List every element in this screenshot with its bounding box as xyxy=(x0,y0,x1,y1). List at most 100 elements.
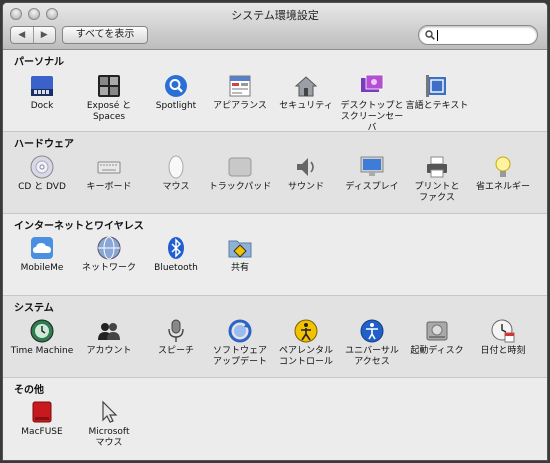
show-all-button[interactable]: すべてを表示 xyxy=(62,26,148,44)
pref-speech[interactable]: スピーチ xyxy=(143,319,209,357)
pref-label: キーボード xyxy=(86,182,132,192)
pref-language-text[interactable]: 言語とテキスト xyxy=(404,74,470,112)
pref-label: マウス xyxy=(162,182,190,192)
pref-date-time[interactable]: 日付と時刻 xyxy=(470,319,536,357)
pref-label: ネットワーク xyxy=(81,263,136,273)
pref-print-fax[interactable]: プリントと ファクス xyxy=(404,155,470,204)
pref-software-update[interactable]: ソフトウェア アップデート xyxy=(207,319,273,368)
forward-button[interactable]: ▶ xyxy=(32,27,56,43)
pref-label: 日付と時刻 xyxy=(480,346,526,356)
back-button[interactable]: ◀ xyxy=(11,27,33,43)
section-internet-wireless: インターネットとワイヤレス MobileMe ネットワーク Bluetooth xyxy=(3,214,547,296)
bluetooth-icon xyxy=(168,237,184,259)
pref-dock[interactable]: Dock xyxy=(9,74,75,112)
spotlight-icon xyxy=(165,75,187,97)
pref-label: セキュリティ xyxy=(279,101,333,111)
microsoft-mouse-icon xyxy=(102,400,118,423)
pref-label: ソフトウェア アップデート xyxy=(212,346,267,367)
mobileme-icon xyxy=(31,237,53,259)
section-title: パーソナル xyxy=(14,57,64,68)
pref-sharing[interactable]: 共有 xyxy=(207,236,273,274)
preferences-window: システム環境設定 ◀ ▶ すべてを表示 パーソナル Dock Exposé と … xyxy=(2,2,548,461)
pref-label: Dock xyxy=(30,101,54,111)
section-title: ハードウェア xyxy=(14,139,74,150)
pref-label: 言語とテキスト xyxy=(405,101,469,111)
sharing-icon xyxy=(228,240,252,258)
pref-label: Time Machine xyxy=(10,346,74,356)
pref-parental-controls[interactable]: ペアレンタル コントロール xyxy=(273,319,339,368)
pref-label: ユニバーサル アクセス xyxy=(345,346,399,367)
section-system: システム Time Machine アカウント スピーチ ソフトウェア アップデ… xyxy=(3,296,547,378)
display-icon xyxy=(360,156,384,176)
pref-accounts[interactable]: アカウント xyxy=(76,319,142,357)
nav-buttons: ◀ ▶ xyxy=(10,26,56,44)
pref-startup-disk[interactable]: 起動ディスク xyxy=(404,319,470,357)
search-icon xyxy=(425,30,435,40)
search-field[interactable] xyxy=(418,25,538,45)
pref-label: ペアレンタル コントロール xyxy=(278,346,333,367)
pref-label: アピアランス xyxy=(213,101,267,111)
pref-energy-saver[interactable]: 省エネルギー xyxy=(470,155,536,193)
pref-label: デスクトップと スクリーンセーバ xyxy=(340,101,404,133)
printer-icon xyxy=(427,156,447,178)
pref-label: MacFUSE xyxy=(21,427,63,437)
pref-macfuse[interactable]: MacFUSE xyxy=(9,400,75,438)
pref-appearance[interactable]: アピアランス xyxy=(207,74,273,112)
pref-display[interactable]: ディスプレイ xyxy=(339,155,405,193)
pref-desktop-screensaver[interactable]: デスクトップと スクリーンセーバ xyxy=(339,74,405,134)
pref-cd-dvd[interactable]: CD と DVD xyxy=(9,155,75,193)
accounts-icon xyxy=(98,323,120,340)
security-icon xyxy=(294,76,318,97)
pref-label: Bluetooth xyxy=(154,263,198,273)
macfuse-icon xyxy=(32,401,52,423)
pref-expose-spaces[interactable]: Exposé と Spaces xyxy=(76,74,142,123)
pref-mouse[interactable]: マウス xyxy=(143,155,209,193)
software-update-icon xyxy=(228,319,252,343)
pref-label: ディスプレイ xyxy=(345,182,399,192)
speech-icon xyxy=(168,319,184,342)
pref-time-machine[interactable]: Time Machine xyxy=(9,319,75,357)
pref-bluetooth[interactable]: Bluetooth xyxy=(143,236,209,274)
pref-trackpad[interactable]: トラックパッド xyxy=(207,155,273,193)
pref-label: Spotlight xyxy=(155,101,197,111)
pref-label: 起動ディスク xyxy=(410,346,464,356)
desktop-icon xyxy=(361,74,384,92)
pref-label: 共有 xyxy=(230,263,249,273)
expose-icon xyxy=(98,75,120,97)
title-bar: システム環境設定 ◀ ▶ すべてを表示 xyxy=(3,3,547,50)
pref-security[interactable]: セキュリティ xyxy=(273,74,339,112)
pref-label: Exposé と Spaces xyxy=(86,101,132,122)
appearance-icon xyxy=(229,75,251,97)
time-machine-icon xyxy=(30,319,54,343)
pref-label: サウンド xyxy=(287,182,324,192)
startup-disk-icon xyxy=(426,321,448,341)
keyboard-icon xyxy=(97,161,121,174)
network-icon xyxy=(97,236,121,260)
pref-network[interactable]: ネットワーク xyxy=(76,236,142,274)
pref-keyboard[interactable]: キーボード xyxy=(76,155,142,193)
pref-label: アカウント xyxy=(86,346,132,356)
window-title: システム環境設定 xyxy=(231,9,319,22)
section-title: その他 xyxy=(14,385,44,396)
pref-microsoft-mouse[interactable]: Microsoft マウス xyxy=(76,400,142,449)
pref-universal-access[interactable]: ユニバーサル アクセス xyxy=(339,319,405,368)
parental-controls-icon xyxy=(294,319,318,343)
section-title: システム xyxy=(14,303,54,314)
search-input[interactable] xyxy=(437,30,438,41)
pref-label: 省エネルギー xyxy=(475,182,530,192)
section-personal: パーソナル Dock Exposé と Spaces Spotlight アピア… xyxy=(3,50,547,134)
pref-label: トラックパッド xyxy=(208,182,272,192)
section-other: その他 MacFUSE Microsoft マウス xyxy=(3,378,547,460)
universal-access-icon xyxy=(360,319,384,343)
energy-saver-icon xyxy=(495,156,511,177)
pref-label: プリントと ファクス xyxy=(414,182,460,203)
pref-mobileme[interactable]: MobileMe xyxy=(9,236,75,274)
trackpad-icon xyxy=(228,157,252,177)
sound-icon xyxy=(297,158,314,176)
mouse-icon xyxy=(168,155,184,179)
cd-dvd-icon xyxy=(30,155,54,179)
pref-sound[interactable]: サウンド xyxy=(273,155,339,193)
pref-spotlight[interactable]: Spotlight xyxy=(143,74,209,112)
pref-label: スピーチ xyxy=(157,346,194,356)
pref-label: MobileMe xyxy=(20,263,64,273)
